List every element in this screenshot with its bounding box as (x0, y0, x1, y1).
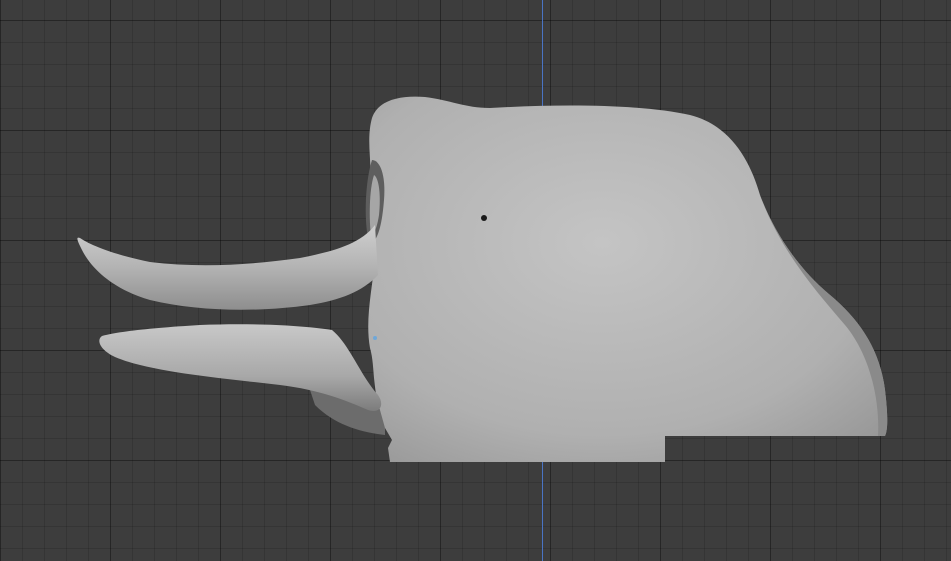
mesh-upper-horn[interactable] (77, 225, 378, 310)
3d-viewport[interactable] (0, 0, 951, 561)
mesh-lower-jaw[interactable] (99, 324, 382, 411)
object-origin-dot[interactable] (481, 215, 487, 221)
vertex-dot[interactable] (373, 336, 377, 340)
sculpt-mesh[interactable] (0, 0, 951, 561)
